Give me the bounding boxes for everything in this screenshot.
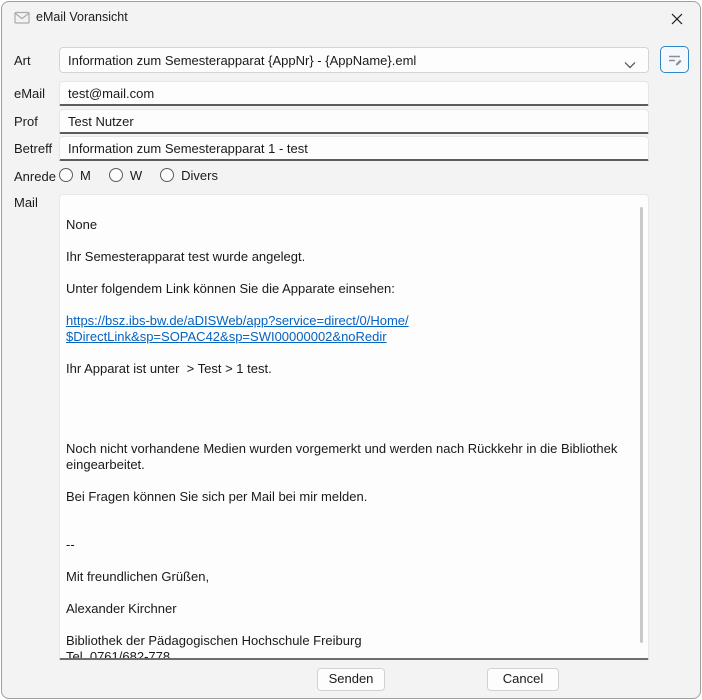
radio-icon: [59, 168, 73, 182]
radio-label: W: [130, 168, 142, 183]
window-title: eMail Voransicht: [36, 10, 128, 24]
mail-body[interactable]: None Ihr Semesterapparat test wurde ange…: [59, 194, 649, 660]
cancel-button[interactable]: Cancel: [487, 668, 559, 691]
email-label: eMail: [14, 86, 45, 101]
mail-body-line: None: [66, 217, 634, 233]
mail-scrollbar[interactable]: [640, 207, 643, 643]
mail-body-link[interactable]: $DirectLink&sp=SOPAC42&sp=SWI00000002&no…: [66, 329, 634, 345]
mail-body-line: Mit freundlichen Grüßen,: [66, 569, 634, 585]
art-combobox[interactable]: Information zum Semesterapparat {AppNr} …: [59, 47, 649, 73]
mail-label: Mail: [14, 195, 38, 210]
mail-body-line: Tel. 0761/682-778: [66, 649, 634, 660]
mail-body-line: Unter folgendem Link können Sie die Appa…: [66, 281, 634, 297]
close-button[interactable]: [664, 8, 690, 30]
anrede-radio-group: M W Divers: [59, 165, 236, 185]
mail-body-content: None Ihr Semesterapparat test wurde ange…: [66, 217, 634, 660]
mail-body-line: [66, 297, 634, 313]
edit-template-button[interactable]: [660, 46, 689, 73]
mail-body-line: [66, 505, 634, 521]
anrede-option-divers[interactable]: Divers: [160, 168, 218, 183]
email-preview-dialog: eMail Voransicht Art Information zum Sem…: [1, 1, 701, 699]
mail-body-line: [66, 521, 634, 537]
send-button[interactable]: Senden: [317, 668, 385, 691]
anrede-option-w[interactable]: W: [109, 168, 142, 183]
envelope-icon: [14, 11, 30, 25]
close-icon: [670, 12, 684, 26]
radio-label: Divers: [181, 168, 218, 183]
mail-body-line: [66, 393, 634, 409]
prof-input[interactable]: [59, 109, 649, 134]
mail-body-line: Alexander Kirchner: [66, 601, 634, 617]
anrede-option-m[interactable]: M: [59, 168, 91, 183]
mail-body-line: [66, 233, 634, 249]
email-input[interactable]: [59, 81, 649, 106]
art-combobox-value: Information zum Semesterapparat {AppNr} …: [68, 53, 416, 68]
chevron-down-icon: [624, 57, 636, 72]
edit-note-icon: [667, 52, 683, 68]
mail-body-line: [66, 409, 634, 425]
radio-icon: [160, 168, 174, 182]
mail-body-line: Ihr Semesterapparat test wurde angelegt.: [66, 249, 634, 265]
mail-body-line: [66, 473, 634, 489]
mail-body-line: [66, 345, 634, 361]
mail-body-line: eingearbeitet.: [66, 457, 634, 473]
mail-body-link[interactable]: https://bsz.ibs-bw.de/aDISWeb/app?servic…: [66, 313, 634, 329]
art-label: Art: [14, 53, 31, 68]
mail-body-line: [66, 425, 634, 441]
mail-body-line: --: [66, 537, 634, 553]
prof-label: Prof: [14, 114, 38, 129]
mail-body-line: [66, 617, 634, 633]
mail-body-line: Ihr Apparat ist unter > Test > 1 test.: [66, 361, 634, 377]
mail-body-line: Bei Fragen können Sie sich per Mail bei …: [66, 489, 634, 505]
betreff-input[interactable]: [59, 136, 649, 161]
radio-label: M: [80, 168, 91, 183]
betreff-label: Betreff: [14, 141, 52, 156]
radio-icon: [109, 168, 123, 182]
mail-body-line: Bibliothek der Pädagogischen Hochschule …: [66, 633, 634, 649]
mail-body-line: Noch nicht vorhandene Medien wurden vorg…: [66, 441, 634, 457]
mail-body-line: [66, 585, 634, 601]
mail-body-line: [66, 553, 634, 569]
mail-body-line: [66, 265, 634, 281]
anrede-label: Anrede: [14, 169, 56, 184]
mail-body-line: [66, 377, 634, 393]
titlebar: eMail Voransicht: [2, 2, 700, 34]
